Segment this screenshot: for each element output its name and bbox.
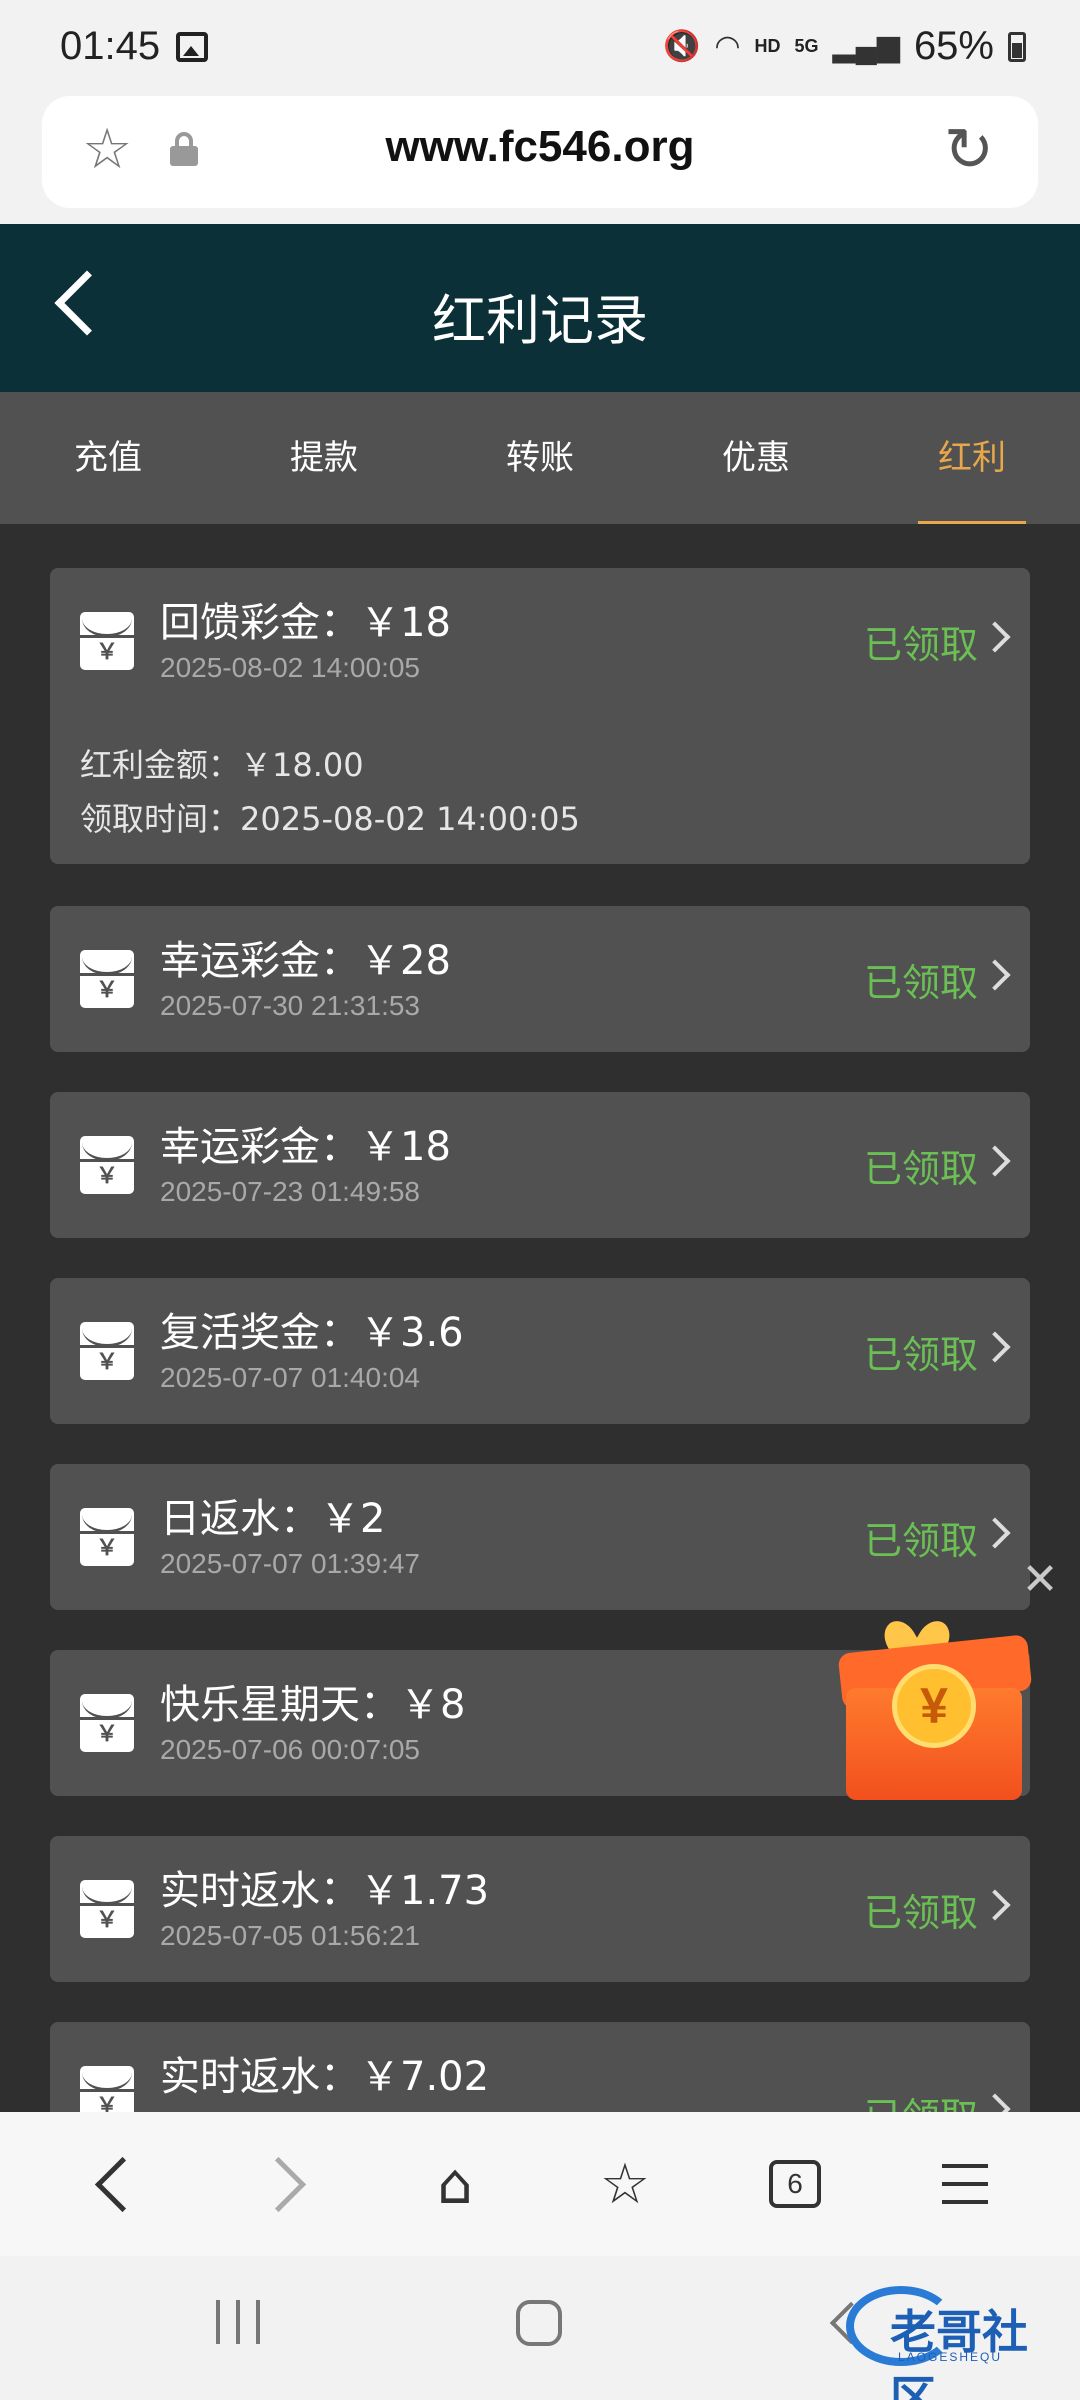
record-date: 2025-07-07 01:39:47 bbox=[160, 1548, 420, 1579]
record-date: 2025-07-05 01:56:21 bbox=[160, 1920, 420, 1951]
browser-address-area: ☆ www.fc546.org ↻ bbox=[0, 96, 1080, 224]
tab-withdraw[interactable]: 提款 bbox=[216, 392, 432, 524]
record-status: 已领取 bbox=[863, 961, 978, 1005]
record-date: 2025-07-30 21:31:53 bbox=[160, 990, 420, 1021]
battery-percent: 65% bbox=[913, 24, 994, 68]
tab-recharge[interactable]: 充值 bbox=[0, 392, 216, 524]
red-envelope-icon: ￥ bbox=[80, 1508, 134, 1566]
list-item[interactable]: ￥ 实时返水：￥1.73 2025-07-05 01:56:21 已领取 bbox=[50, 1836, 1030, 1982]
network-label: HD bbox=[754, 36, 781, 56]
red-envelope-icon: ￥ bbox=[80, 1136, 134, 1194]
record-detail-amount: 红利金额：￥18.00 bbox=[80, 746, 364, 784]
watermark-logo: 老哥社区 LAOGESHEQU bbox=[846, 2276, 1070, 2400]
record-status: 已领取 bbox=[863, 1147, 978, 1191]
watermark-subtext: LAOGESHEQU bbox=[898, 2350, 1003, 2364]
status-icons: 🔇 ◠ HD 5G ▂▄▆ 65% bbox=[663, 24, 1026, 69]
tab-bonus[interactable]: 红利 bbox=[864, 392, 1080, 524]
chevron-right-icon[interactable] bbox=[979, 1145, 1011, 1177]
chevron-right-icon[interactable] bbox=[979, 1889, 1011, 1921]
coin-icon: ¥ bbox=[892, 1664, 976, 1748]
chevron-right-icon[interactable] bbox=[979, 1517, 1011, 1549]
browser-toolbar: ⌂ ☆ 6 bbox=[0, 2112, 1080, 2256]
tabs-button[interactable]: 6 bbox=[750, 2139, 840, 2229]
promo-gift-widget[interactable]: ✕ ¥ bbox=[826, 1558, 1060, 1810]
record-title: 快乐星期天：￥8 bbox=[160, 1682, 466, 1728]
wifi-icon: ◠ bbox=[714, 30, 741, 63]
record-date: 2025-07-23 01:49:58 bbox=[160, 1176, 420, 1207]
chevron-right-icon[interactable] bbox=[979, 621, 1011, 653]
url-text[interactable]: www.fc546.org bbox=[42, 122, 1038, 172]
record-status: 已领取 bbox=[863, 1333, 978, 1377]
record-date: 2025-08-02 14:00:05 bbox=[160, 652, 420, 683]
browser-back-icon[interactable] bbox=[70, 2139, 160, 2229]
record-title: 复活奖金：￥3.6 bbox=[160, 1310, 464, 1356]
red-envelope-icon: ￥ bbox=[80, 950, 134, 1008]
red-envelope-icon: ￥ bbox=[80, 612, 134, 670]
record-status: 已领取 bbox=[863, 1891, 978, 1935]
record-title: 实时返水：￥7.02 bbox=[160, 2054, 490, 2100]
red-envelope-icon: ￥ bbox=[80, 2066, 134, 2112]
record-title: 实时返水：￥1.73 bbox=[160, 1868, 490, 1914]
bonus-record-list: ￥ 回馈彩金：￥18 2025-08-02 14:00:05 已领取 红利金额：… bbox=[50, 568, 1030, 2112]
bookmarks-icon[interactable]: ☆ bbox=[580, 2139, 670, 2229]
address-bar[interactable]: ☆ www.fc546.org ↻ bbox=[42, 96, 1038, 208]
chevron-right-icon[interactable] bbox=[979, 2093, 1011, 2112]
list-item[interactable]: ￥ 复活奖金：￥3.6 2025-07-07 01:40:04 已领取 bbox=[50, 1278, 1030, 1424]
browser-forward-icon[interactable] bbox=[240, 2139, 330, 2229]
status-time: 01:45 bbox=[60, 24, 161, 68]
close-icon[interactable]: ✕ bbox=[1020, 1558, 1060, 1602]
list-item[interactable]: ￥ 幸运彩金：￥28 2025-07-30 21:31:53 已领取 bbox=[50, 906, 1030, 1052]
record-status: 已领取 bbox=[863, 623, 978, 667]
page-title: 红利记录 bbox=[432, 289, 648, 352]
tab-transfer[interactable]: 转账 bbox=[432, 392, 648, 524]
record-date: 2025-07-06 00:07:05 bbox=[160, 1734, 420, 1765]
home-icon[interactable]: ⌂ bbox=[410, 2139, 500, 2229]
recents-icon[interactable] bbox=[216, 2300, 260, 2344]
chevron-right-icon[interactable] bbox=[979, 1331, 1011, 1363]
record-title: 幸运彩金：￥28 bbox=[160, 938, 451, 984]
record-status: 已领取 bbox=[864, 2086, 978, 2112]
menu-icon bbox=[942, 2164, 988, 2204]
list-item[interactable]: ￥ 幸运彩金：￥18 2025-07-23 01:49:58 已领取 bbox=[50, 1092, 1030, 1238]
chevron-right-icon[interactable] bbox=[979, 959, 1011, 991]
battery-icon bbox=[1008, 31, 1026, 62]
gallery-icon bbox=[176, 32, 208, 62]
system-nav-bar: 老哥社区 LAOGESHEQU bbox=[0, 2256, 1080, 2400]
tab-count: 6 bbox=[769, 2160, 821, 2208]
red-envelope-icon: ￥ bbox=[80, 1880, 134, 1938]
list-item[interactable]: ￥ 回馈彩金：￥18 2025-08-02 14:00:05 已领取 红利金额：… bbox=[50, 568, 1030, 864]
watermark-text: 老哥社区 bbox=[890, 2305, 1028, 2400]
record-title: 日返水：￥2 bbox=[160, 1496, 386, 1542]
status-bar: 01:45 🔇 ◠ HD 5G ▂▄▆ 65% bbox=[0, 0, 1080, 96]
red-envelope-icon: ￥ bbox=[80, 1322, 134, 1380]
app-header: 红利记录 bbox=[0, 224, 1080, 392]
record-title: 回馈彩金：￥18 bbox=[160, 600, 451, 646]
record-detail-time: 领取时间：2025-08-02 14:00:05 bbox=[80, 800, 580, 838]
mute-icon: 🔇 bbox=[662, 30, 701, 63]
tab-promotion[interactable]: 优惠 bbox=[648, 392, 864, 524]
record-date: 2025-07-07 01:40:04 bbox=[160, 1362, 420, 1393]
network-gen-label: 5G bbox=[794, 36, 819, 56]
red-envelope-icon: ￥ bbox=[80, 1694, 134, 1752]
record-status: 已领取 bbox=[863, 1519, 978, 1563]
signal-icon: ▂▄▆ bbox=[832, 30, 900, 63]
list-item[interactable]: ￥ 实时返水：￥7.02 已领取 bbox=[50, 2022, 1030, 2112]
reload-icon[interactable]: ↻ bbox=[944, 120, 994, 180]
record-tabs: 充值 提款 转账 优惠 红利 bbox=[0, 392, 1080, 524]
menu-button[interactable] bbox=[920, 2139, 1010, 2229]
record-title: 幸运彩金：￥18 bbox=[160, 1124, 451, 1170]
system-home-icon[interactable] bbox=[516, 2300, 562, 2346]
